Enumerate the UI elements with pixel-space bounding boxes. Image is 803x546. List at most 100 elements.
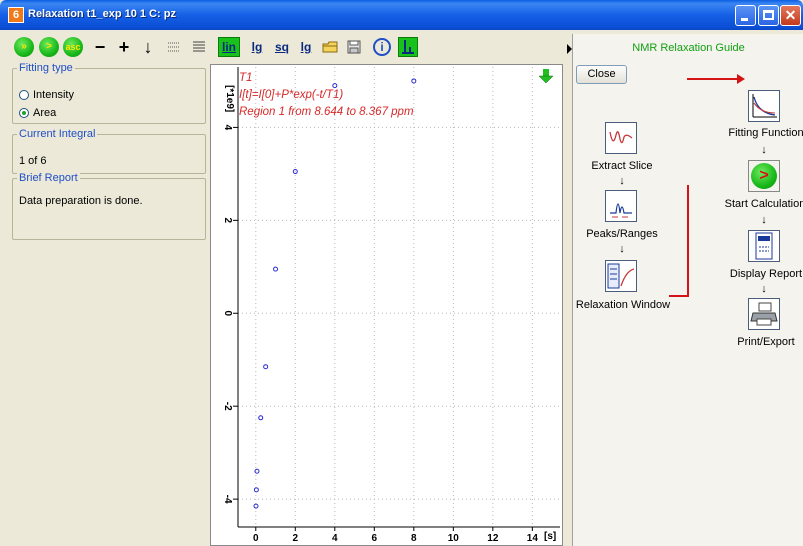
current-integral-group: Current Integral 1 of 6 (12, 128, 206, 174)
table-view-button[interactable] (191, 37, 207, 57)
sq-scale-button[interactable]: sq (272, 37, 292, 57)
x-tick-label: 14 (527, 533, 539, 544)
y-axis-label: [*1e9] (224, 85, 235, 112)
start-icon: > (751, 163, 777, 189)
extract-slice-button[interactable] (605, 122, 637, 154)
start-calculation-button[interactable]: > (748, 160, 780, 192)
relaxation-plot[interactable]: 0 2 4 6 8 10 12 14 -4 -2 0 2 4 T1 I[t]=I[0]+P*exp(-t… (210, 64, 563, 546)
x-tick-label: 4 (332, 533, 338, 544)
peaks-ranges-label: Peaks/Ranges (586, 228, 658, 240)
brief-report-group: Brief Report Data preparation is done. (12, 172, 206, 240)
extract-slice-label: Extract Slice (591, 160, 653, 172)
peak-icon (402, 40, 414, 54)
open-button[interactable] (321, 37, 339, 57)
slice-wave-icon (609, 131, 633, 144)
relaxation-window: 6 Relaxation t1_exp 10 1 C: pz ✕ » > asc… (0, 0, 803, 546)
radio-area-indicator[interactable] (19, 108, 29, 118)
run-button[interactable]: > (39, 37, 59, 57)
save-button[interactable] (345, 37, 363, 57)
x-axis-unit: [s] (544, 531, 556, 542)
zoom-in-button[interactable]: + (116, 37, 132, 57)
zoom-out-button[interactable]: − (92, 37, 108, 57)
toolbar: » > asc − + ↓ lin lg sq lg i (0, 34, 570, 60)
app-badge: 6 (8, 7, 24, 23)
x-tick-label: 0 (253, 533, 259, 544)
fitting-type-legend: Fitting type (17, 62, 75, 74)
minimize-icon (741, 18, 748, 21)
green-down-arrow-icon[interactable] (538, 69, 554, 84)
maximize-icon (763, 10, 774, 20)
peaks-ranges-button[interactable] (605, 190, 637, 222)
connector-line-bottom (669, 295, 689, 297)
y-tick-label: -2 (222, 402, 233, 411)
print-export-button[interactable] (748, 298, 780, 330)
radio-intensity-indicator[interactable] (19, 90, 29, 100)
fitting-function-button[interactable] (748, 90, 780, 122)
print-export-label: Print/Export (737, 336, 795, 348)
fit-equation: I[t]=I[0]+P*exp(-t/T1) (239, 89, 343, 101)
lg-scale-alt-button[interactable]: lg (297, 37, 315, 57)
y-tick-label: 0 (222, 310, 233, 316)
run-icon: > (39, 37, 59, 57)
lg-scale-button[interactable]: lg (248, 37, 266, 57)
asc-icon: asc (63, 37, 83, 57)
report-icon (755, 232, 773, 260)
maximize-button[interactable] (758, 5, 779, 26)
current-integral-value: 1 of 6 (19, 155, 47, 167)
fitting-function-label: Fitting Function (728, 127, 803, 139)
plot-ticks: 0 2 4 6 8 10 12 14 -4 -2 0 2 4 (222, 125, 538, 544)
x-tick-label: 10 (448, 533, 460, 544)
title-bar[interactable]: 6 Relaxation t1_exp 10 1 C: pz ✕ (0, 0, 803, 30)
floppy-icon (347, 40, 361, 54)
red-arrow-icon (737, 74, 745, 84)
peak-picking-button[interactable] (398, 37, 418, 57)
y-tick-label: 4 (222, 125, 233, 131)
window-title: Relaxation t1_exp 10 1 C: pz (28, 8, 176, 20)
arrow-down-icon: ↓ (761, 214, 767, 226)
connector-line (687, 185, 689, 296)
display-report-button[interactable] (748, 230, 780, 262)
run-all-button[interactable]: » (14, 37, 34, 57)
radio-intensity[interactable]: Intensity (19, 89, 74, 101)
connector-line-top (687, 78, 739, 80)
nmr-relaxation-guide: NMR Relaxation Guide Close Extract Slice… (572, 34, 803, 546)
fit-label-t1: T1 (239, 72, 252, 84)
asc-button[interactable]: asc (63, 37, 83, 57)
radio-intensity-label: Intensity (33, 89, 74, 101)
lines-icon (193, 41, 205, 52)
lin-scale-button[interactable]: lin (218, 37, 240, 57)
x-tick-label: 8 (411, 533, 417, 544)
relaxation-window-button[interactable] (605, 260, 637, 292)
data-point (273, 266, 279, 272)
brief-report-legend: Brief Report (17, 172, 80, 184)
left-panel: Fitting type Intensity Area Current Inte… (8, 62, 206, 546)
arrow-down-icon: ↓ (761, 144, 767, 156)
y-tick-label: -4 (222, 495, 233, 504)
info-button[interactable]: i (372, 37, 392, 57)
relaxation-window-icon (607, 263, 635, 289)
radio-area[interactable]: Area (19, 107, 56, 119)
peaks-icon (610, 203, 632, 218)
y-tick-label: 2 (222, 218, 233, 224)
fit-region: Region 1 from 8.644 to 8.367 ppm (239, 106, 414, 118)
run-all-icon: » (14, 37, 34, 57)
list-toggle-button[interactable] (166, 37, 182, 57)
arrow-down-icon: ↓ (761, 283, 767, 295)
minimize-button[interactable] (735, 5, 756, 26)
display-report-label: Display Report (729, 268, 803, 280)
data-point (253, 487, 259, 493)
plot-canvas[interactable]: 0 2 4 6 8 10 12 14 -4 -2 0 2 4 T1 I[t]=I[0]+P*exp(-t… (211, 65, 562, 545)
guide-close-button[interactable]: Close (576, 65, 627, 84)
guide-title: NMR Relaxation Guide (632, 42, 745, 54)
x-tick-label: 6 (372, 533, 378, 544)
data-point (263, 364, 269, 370)
fitting-type-group: Fitting type Intensity Area (12, 62, 206, 124)
down-button[interactable]: ↓ (140, 37, 156, 57)
arrow-down-icon: ↓ (619, 243, 625, 255)
brief-report-text: Data preparation is done. (19, 195, 143, 207)
data-point (332, 83, 338, 89)
close-window-button[interactable]: ✕ (780, 5, 801, 26)
info-icon: i (373, 38, 391, 56)
radio-area-label: Area (33, 107, 57, 119)
plot-grid (238, 67, 560, 527)
